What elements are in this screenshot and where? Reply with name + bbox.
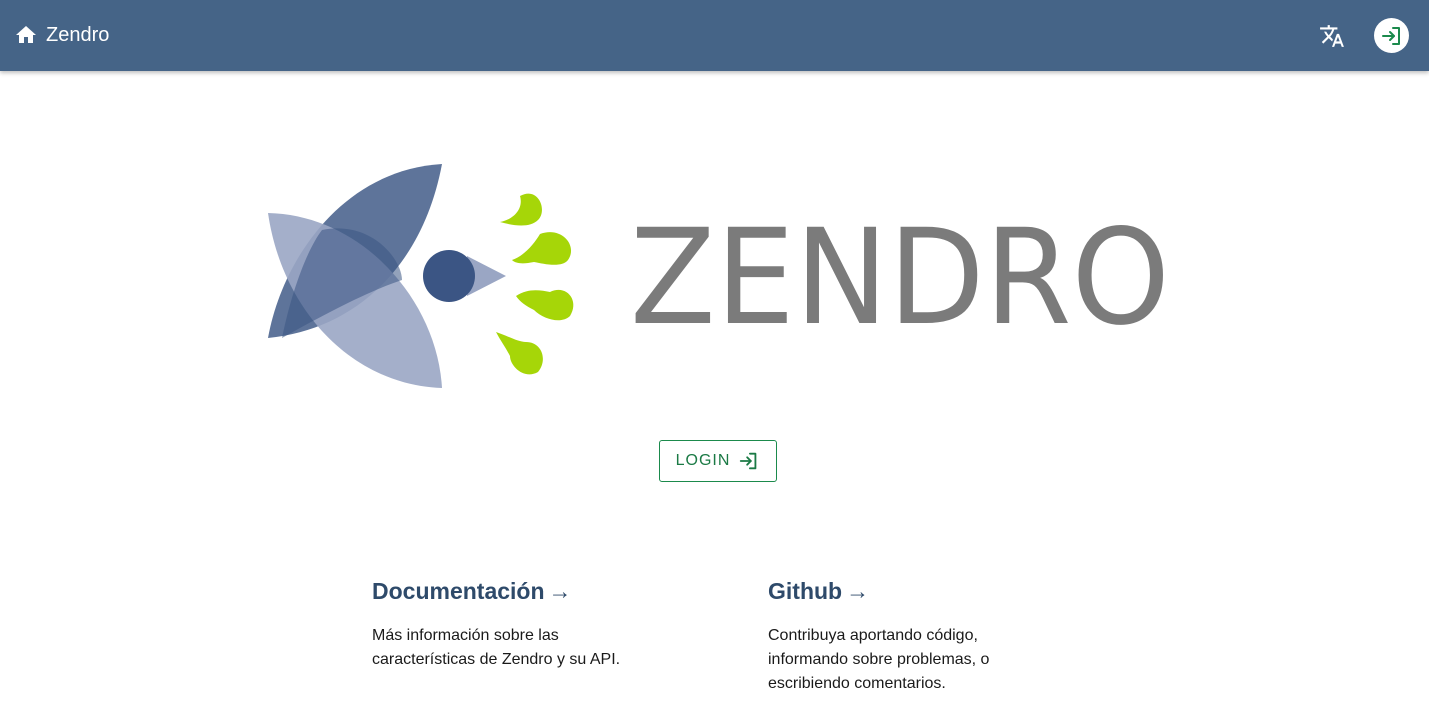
login-button[interactable]: LOGIN: [659, 440, 777, 482]
home-icon: [14, 23, 38, 47]
zendro-logo: ZENDRO: [262, 160, 1172, 392]
github-link[interactable]: Github →: [768, 576, 869, 606]
arrow-right-icon: →: [846, 578, 870, 604]
app-bar: Zendro: [0, 0, 1429, 71]
login-icon: [738, 450, 760, 472]
login-icon: [1380, 24, 1404, 48]
app-title: Zendro: [46, 24, 110, 46]
login-button-label: LOGIN: [675, 452, 731, 469]
translate-icon: [1317, 23, 1347, 49]
arrow-right-icon: →: [548, 578, 572, 604]
github-card: Github → Contribuya aportando código, inf…: [768, 576, 1038, 696]
header-login-button[interactable]: [1374, 18, 1409, 53]
documentation-card: Documentación → Más información sobre las…: [372, 576, 642, 672]
documentation-link[interactable]: Documentación →: [372, 576, 572, 606]
github-title: Github: [768, 578, 843, 604]
documentation-description: Más información sobre las característica…: [372, 627, 621, 668]
github-description: Contribuya aportando código, informando …: [768, 627, 990, 692]
documentation-title: Documentación: [372, 578, 545, 604]
translate-button[interactable]: [1317, 21, 1347, 51]
home-link[interactable]: Zendro: [14, 21, 109, 49]
logo-wordmark: ZENDRO: [630, 201, 1170, 355]
